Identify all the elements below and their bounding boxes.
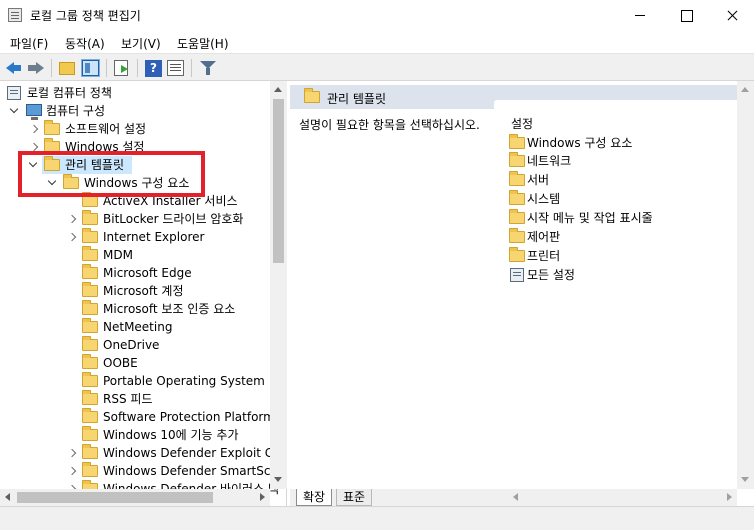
folder-icon bbox=[82, 210, 98, 225]
menu-help[interactable]: 도움말(H) bbox=[177, 35, 229, 52]
chevron-right-icon[interactable] bbox=[28, 120, 40, 138]
view-tabs: 확장 표준 bbox=[290, 489, 508, 506]
folder-icon bbox=[82, 408, 98, 423]
scroll-left-icon[interactable] bbox=[513, 493, 518, 501]
export-list-icon[interactable] bbox=[114, 60, 128, 76]
window-title: 로컬 그룹 정책 편집기 bbox=[30, 9, 141, 23]
tab-standard[interactable]: 표준 bbox=[336, 489, 373, 506]
scroll-thumb[interactable] bbox=[273, 99, 284, 263]
show-hide-tree-icon[interactable] bbox=[81, 59, 100, 77]
folder-icon bbox=[82, 246, 98, 261]
folder-icon bbox=[82, 462, 98, 477]
scroll-left-icon[interactable] bbox=[5, 493, 10, 501]
menu-view[interactable]: 보기(V) bbox=[121, 35, 161, 52]
toolbar-separator bbox=[106, 59, 107, 77]
menu-bar: 파일(F) 동작(A) 보기(V) 도움말(H) bbox=[0, 31, 754, 53]
tab-extended[interactable]: 확장 bbox=[296, 489, 333, 506]
folder-icon bbox=[509, 171, 525, 186]
folder-icon bbox=[82, 228, 98, 243]
highlight-annotation-box bbox=[18, 151, 205, 197]
folder-icon bbox=[82, 426, 98, 441]
folder-icon bbox=[304, 88, 320, 103]
back-arrow-icon[interactable] bbox=[5, 59, 23, 77]
description-text: 설명이 필요한 항목을 선택하십시오. bbox=[299, 118, 480, 132]
policy-icon bbox=[7, 86, 21, 100]
computer-icon bbox=[26, 104, 42, 120]
folder-icon bbox=[44, 120, 60, 135]
all-settings-icon bbox=[510, 268, 524, 282]
folder-icon bbox=[82, 444, 98, 459]
scroll-thumb[interactable] bbox=[17, 492, 213, 503]
help-icon[interactable]: ? bbox=[145, 60, 162, 77]
chevron-right-icon[interactable] bbox=[66, 228, 78, 246]
details-title: 관리 템플릿 bbox=[327, 92, 387, 106]
close-button[interactable] bbox=[709, 0, 754, 31]
folder-icon bbox=[509, 190, 525, 205]
menu-action[interactable]: 동작(A) bbox=[65, 35, 105, 52]
navigation-tree: 로컬 컴퓨터 정책 컴퓨터 구성 소프트웨어 설정 Windows 설정 관리 … bbox=[0, 81, 287, 506]
details-vertical-scrollbar[interactable] bbox=[737, 81, 754, 489]
chevron-right-icon[interactable] bbox=[66, 462, 78, 480]
folder-icon bbox=[509, 134, 525, 149]
details-horizontal-scrollbar[interactable] bbox=[508, 489, 737, 506]
folder-icon bbox=[82, 336, 98, 351]
scroll-right-icon[interactable] bbox=[727, 493, 732, 501]
policy-editor-app-icon bbox=[8, 8, 22, 22]
toolbar-separator bbox=[51, 59, 52, 77]
folder-icon bbox=[82, 390, 98, 405]
filter-icon[interactable] bbox=[199, 59, 217, 77]
toolbar-separator bbox=[191, 59, 192, 77]
up-folder-icon[interactable] bbox=[59, 62, 75, 75]
tree-horizontal-scrollbar[interactable] bbox=[0, 489, 270, 506]
scroll-right-icon[interactable] bbox=[260, 493, 265, 501]
column-header-setting[interactable]: 설정 bbox=[494, 100, 754, 131]
folder-icon bbox=[82, 318, 98, 333]
scroll-down-icon[interactable] bbox=[274, 477, 282, 482]
chevron-right-icon[interactable] bbox=[66, 444, 78, 462]
chevron-right-icon[interactable] bbox=[66, 210, 78, 228]
forward-arrow-icon[interactable] bbox=[27, 59, 45, 77]
folder-icon bbox=[82, 354, 98, 369]
tree-vertical-scrollbar[interactable] bbox=[270, 81, 287, 489]
scroll-down-icon[interactable] bbox=[741, 477, 749, 482]
scroll-up-icon[interactable] bbox=[741, 87, 749, 92]
folder-icon bbox=[509, 152, 525, 167]
folder-icon bbox=[82, 372, 98, 387]
folder-icon bbox=[509, 247, 525, 262]
scroll-up-icon[interactable] bbox=[274, 87, 282, 92]
maximize-button[interactable] bbox=[663, 0, 709, 31]
details-pane: 관리 템플릿 설정 설명이 필요한 항목을 선택하십시오. Windows 구성… bbox=[290, 81, 754, 506]
toolbar-separator bbox=[137, 59, 138, 77]
folder-icon bbox=[509, 228, 525, 243]
properties-icon[interactable] bbox=[167, 60, 184, 76]
chevron-down-icon[interactable] bbox=[9, 102, 21, 120]
status-bar bbox=[0, 506, 754, 530]
folder-icon bbox=[82, 300, 98, 315]
folder-icon bbox=[82, 282, 98, 297]
folder-icon bbox=[509, 209, 525, 224]
minimize-button[interactable] bbox=[617, 0, 663, 31]
toolbar: ? bbox=[0, 53, 754, 81]
folder-icon bbox=[82, 264, 98, 279]
title-bar: 로컬 그룹 정책 편집기 bbox=[0, 0, 754, 31]
menu-file[interactable]: 파일(F) bbox=[10, 35, 48, 52]
